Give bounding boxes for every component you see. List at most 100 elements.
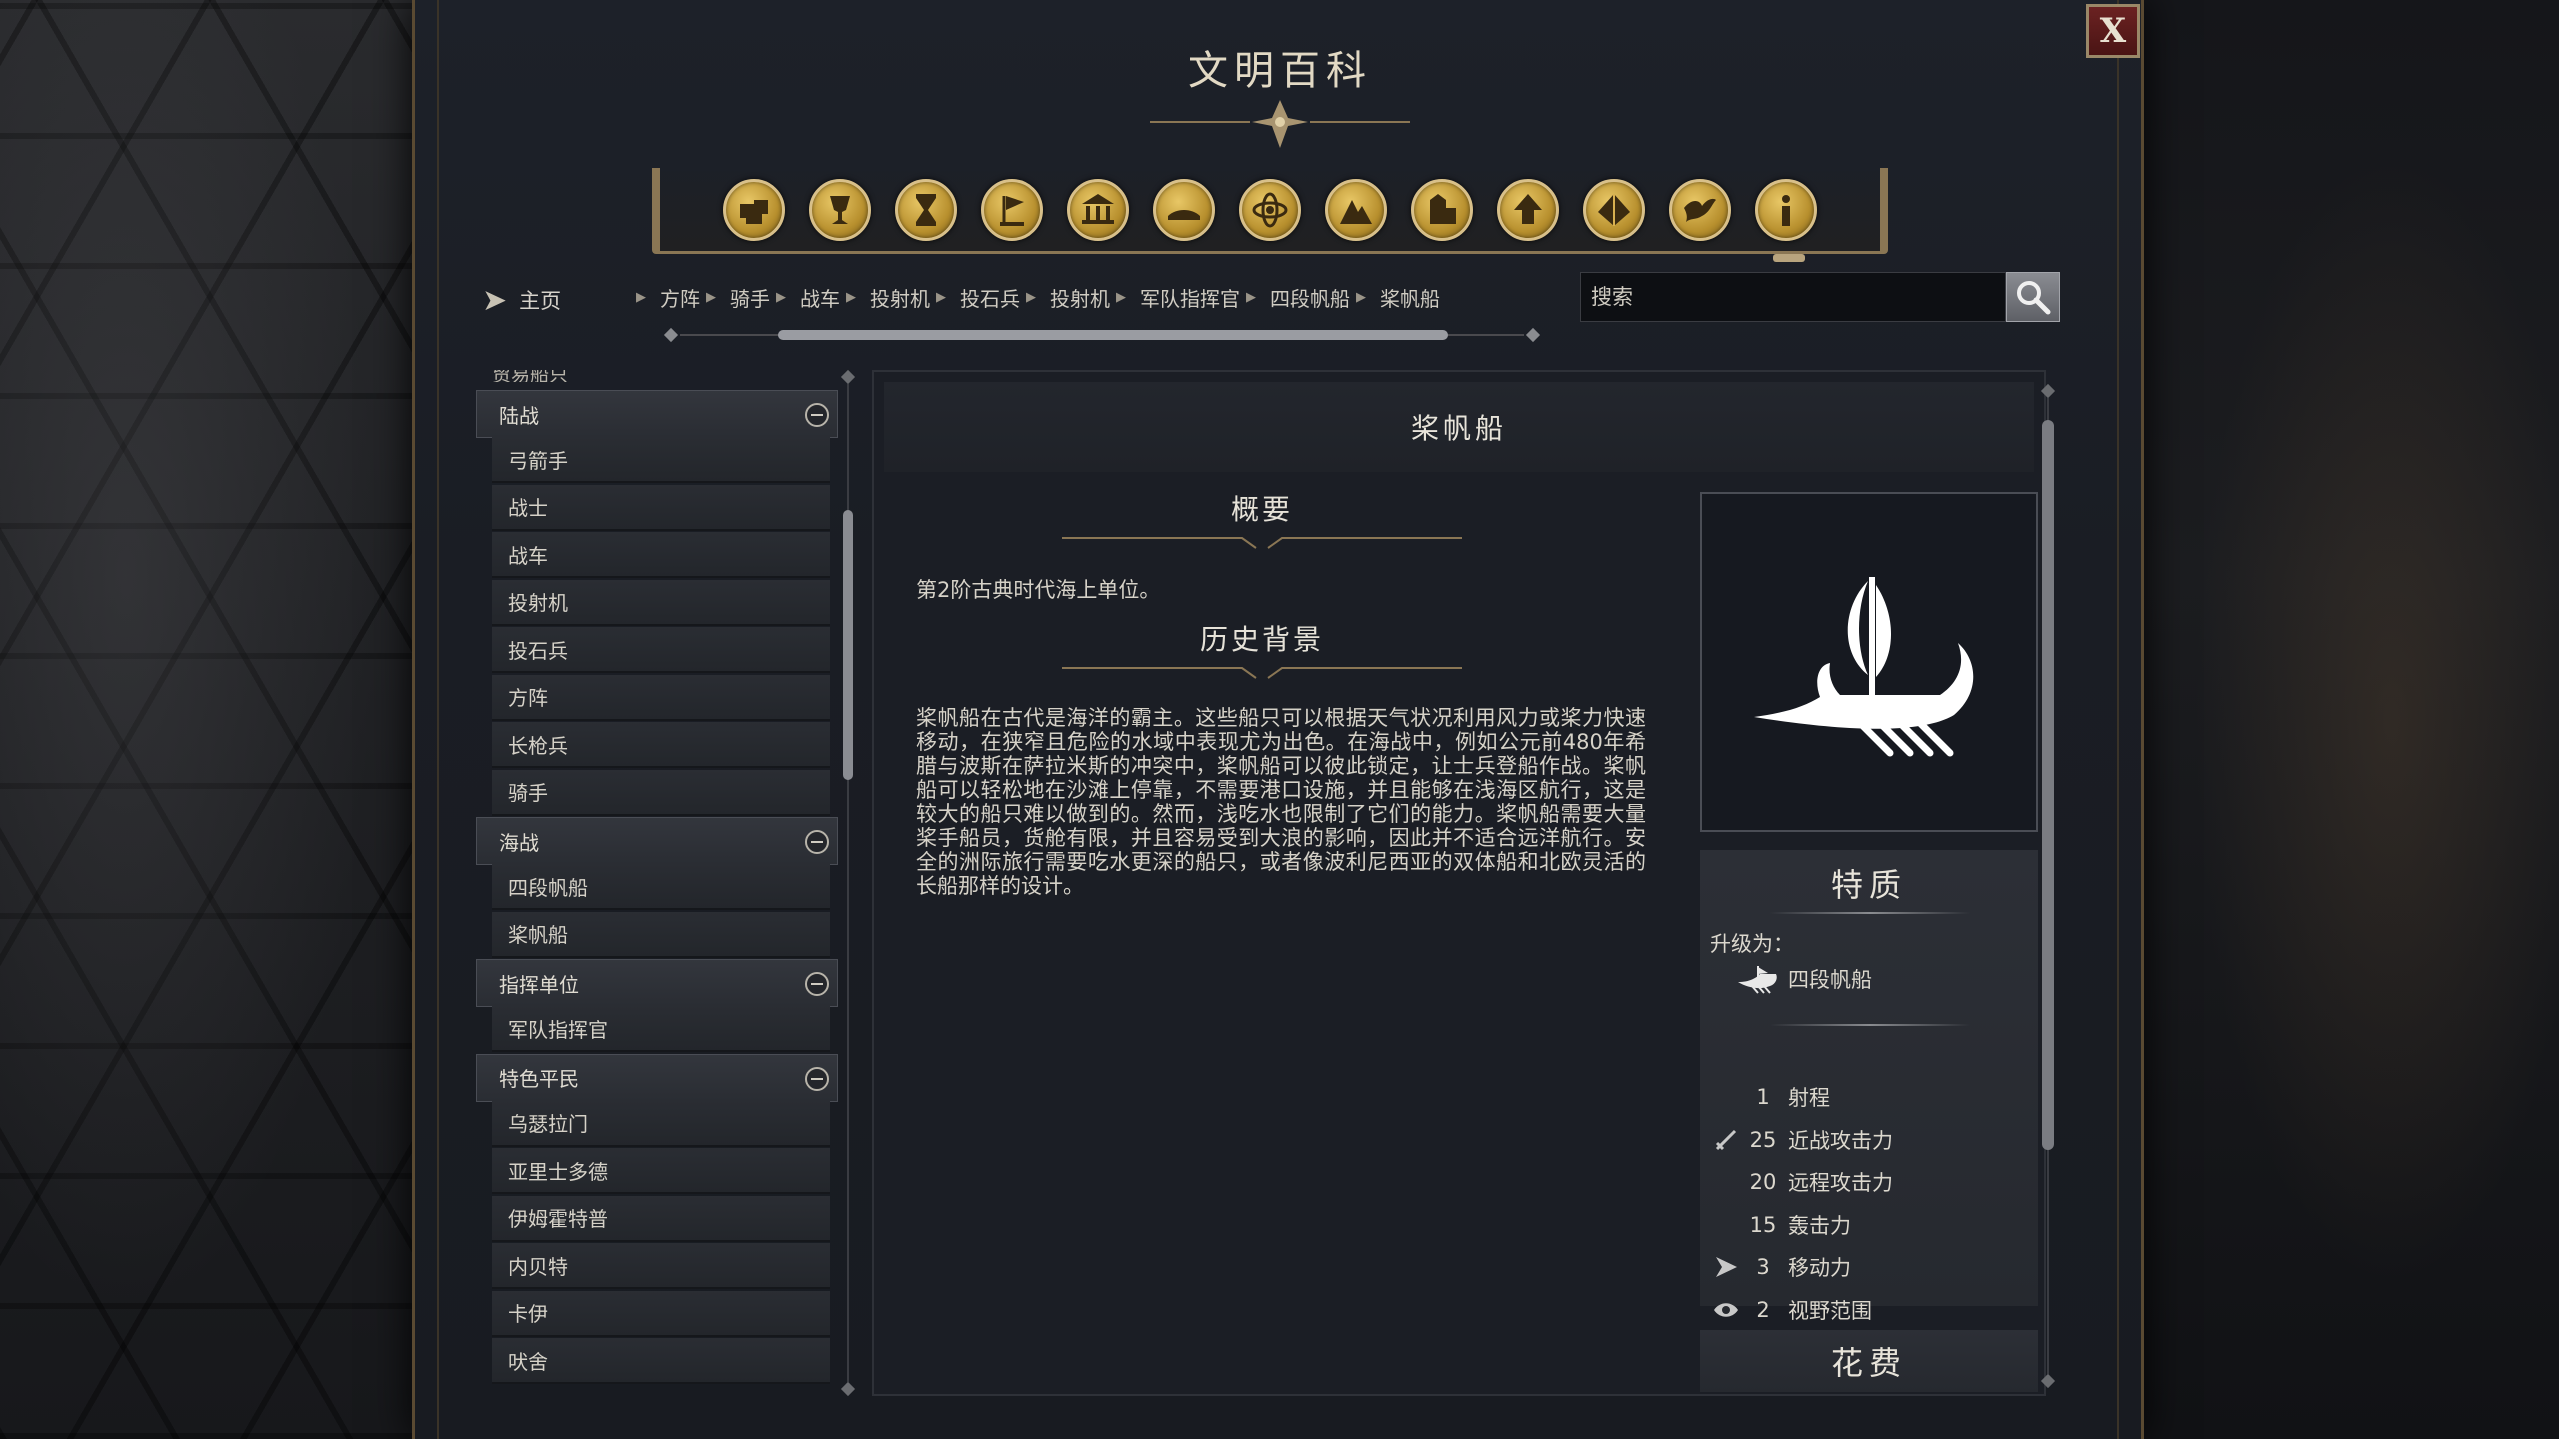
category-button-goblet[interactable]	[809, 178, 871, 241]
category-button-book[interactable]	[1153, 178, 1215, 241]
stat-value: 15	[1749, 1212, 1777, 1237]
flag-icon	[1000, 195, 1024, 226]
list-group-header[interactable]: 陆战	[476, 390, 838, 438]
chevron-right-icon: ▶	[936, 289, 946, 305]
content-scrollbar[interactable]	[2040, 383, 2056, 1389]
breadcrumb-item[interactable]: ▶ 投石兵	[930, 283, 1020, 312]
breadcrumb-item[interactable]: ▶ 投射机	[1020, 283, 1110, 312]
traits-panel: 特质 升级为： 四段帆船 1 射程 25 近战攻击力 20 远程攻击力 15 轰击力 3 移动力 2…	[1700, 850, 2038, 1323]
category-button-building[interactable]	[1411, 178, 1473, 241]
chevron-right-icon: ▶	[1116, 289, 1126, 305]
breadcrumb-item[interactable]: ▶ 四段帆船	[1240, 283, 1350, 312]
unit-portrait	[1700, 492, 2038, 832]
stat-label: 近战攻击力	[1788, 1128, 1893, 1153]
breadcrumb-label: 投射机	[1050, 286, 1110, 311]
category-bar	[652, 168, 1888, 262]
chevron-right-icon: ▶	[1356, 289, 1366, 305]
category-button-concepts[interactable]	[723, 178, 785, 241]
breadcrumb-item[interactable]: ▶ 投射机	[840, 283, 930, 312]
breadcrumb-item[interactable]: ▶ 军队指挥官	[1110, 283, 1240, 312]
list-item[interactable]: 方阵	[492, 674, 830, 721]
breadcrumb-item[interactable]: ▶ 战车	[770, 283, 840, 312]
search-input[interactable]	[1580, 272, 2006, 322]
info-icon	[1782, 194, 1790, 226]
chevron-right-icon: ▶	[706, 289, 716, 305]
list-item[interactable]: 伊姆霍特普	[492, 1195, 830, 1242]
stat-value: 3	[1756, 1255, 1770, 1280]
breadcrumb-item[interactable]: ▶ 骑手	[700, 283, 770, 312]
stat-row: 2 视野范围	[1712, 1295, 1872, 1325]
list-group-header[interactable]: 指挥单位	[476, 959, 838, 1007]
list-item[interactable]: 战车	[492, 532, 830, 578]
entry-title: 桨帆船	[884, 382, 2034, 472]
close-button[interactable]: X	[2086, 4, 2140, 58]
breadcrumb-scrollbar[interactable]	[662, 327, 1542, 343]
category-button-dove[interactable]	[1669, 178, 1731, 241]
category-button-flag[interactable]	[981, 178, 1043, 241]
home-label: 主页	[519, 289, 562, 313]
list-item[interactable]: 投石兵	[492, 627, 830, 673]
content-scroll-thumb[interactable]	[2042, 420, 2054, 1150]
upgrade-arrow-icon	[1514, 193, 1542, 224]
list-item[interactable]: 骑手	[492, 769, 830, 816]
breadcrumb-label: 桨帆船	[1380, 286, 1440, 311]
list-item[interactable]: 长枪兵	[492, 722, 830, 768]
upgrade-target-link[interactable]: 四段帆船	[1736, 964, 1872, 994]
upgrade-target-label: 四段帆船	[1788, 968, 1872, 992]
search-button[interactable]	[2006, 272, 2060, 322]
category-button-upgrade-arrow[interactable]	[1497, 178, 1559, 241]
entry-list-scrollbar[interactable]	[840, 369, 856, 1397]
list-item[interactable]: 卡伊	[492, 1290, 830, 1337]
list-item[interactable]: 桨帆船	[492, 911, 830, 958]
breadcrumb-item[interactable]: ▶ 方阵	[630, 283, 700, 312]
divider	[1770, 1024, 1970, 1026]
list-group-header[interactable]: 海战	[476, 817, 838, 865]
breadcrumb-item[interactable]: ▶ 桨帆船	[1350, 283, 1440, 312]
stat-label: 视野范围	[1788, 1299, 1872, 1323]
category-button-info[interactable]	[1755, 178, 1817, 262]
list-group-header[interactable]: 特色平民	[476, 1053, 838, 1102]
list-item[interactable]: 四段帆船	[492, 864, 830, 910]
list-item[interactable]: 亚里士多德	[492, 1148, 830, 1194]
back-arrow-icon: ➤	[482, 282, 508, 318]
list-item[interactable]: 投射机	[492, 579, 830, 626]
summary-heading: 概要	[1230, 493, 1293, 526]
list-item[interactable]: 乌瑟拉门	[492, 1100, 830, 1147]
history-heading: 历史背景	[1199, 623, 1324, 656]
collapse-icon[interactable]	[805, 830, 829, 854]
list-item[interactable]: 吠舍	[492, 1338, 830, 1384]
chevron-right-icon: ▶	[636, 289, 646, 305]
breadcrumb-scroll-thumb[interactable]	[778, 330, 1448, 340]
collapse-icon[interactable]	[805, 1066, 829, 1091]
list-item[interactable]: 战士	[492, 484, 830, 531]
stat-label: 移动力	[1788, 1256, 1851, 1281]
movement-arrow-icon	[1712, 1253, 1740, 1281]
list-item[interactable]: 贸易船只	[492, 370, 826, 382]
stat-label: 射程	[1788, 1086, 1830, 1110]
chevron-right-icon: ▶	[776, 289, 786, 305]
eye-icon	[1712, 1296, 1740, 1324]
entry-list-scroll-thumb[interactable]	[843, 510, 853, 780]
collapse-icon[interactable]	[805, 403, 829, 427]
category-button-mountain[interactable]	[1325, 178, 1387, 241]
category-button-wonder-pyramid[interactable]	[1583, 178, 1645, 241]
list-item[interactable]: 弓箭手	[492, 437, 830, 483]
stat-label: 轰击力	[1788, 1213, 1851, 1238]
collapse-icon[interactable]	[805, 972, 829, 996]
atom-icon	[1252, 192, 1288, 227]
category-button-hourglass[interactable]	[895, 178, 957, 241]
stat-row: 3 移动力	[1712, 1252, 1851, 1282]
category-button-atom[interactable]	[1239, 178, 1301, 241]
home-link[interactable]: ➤ 主页	[482, 280, 561, 320]
list-item[interactable]: 军队指挥官	[492, 1006, 830, 1052]
breadcrumb-label: 投射机	[870, 286, 930, 311]
goblet-icon	[830, 195, 850, 224]
summary-text: 第2阶古典时代海上单位。	[916, 578, 1161, 602]
sword-icon	[1712, 1126, 1740, 1154]
stat-row: 1 射程	[1712, 1082, 1830, 1112]
cost-heading: 花费	[1700, 1330, 2038, 1392]
category-button-temple[interactable]	[1067, 178, 1129, 241]
stat-value: 20	[1749, 1170, 1777, 1195]
list-item[interactable]: 内贝特	[492, 1243, 830, 1289]
title-ornament-icon	[1150, 100, 1410, 148]
